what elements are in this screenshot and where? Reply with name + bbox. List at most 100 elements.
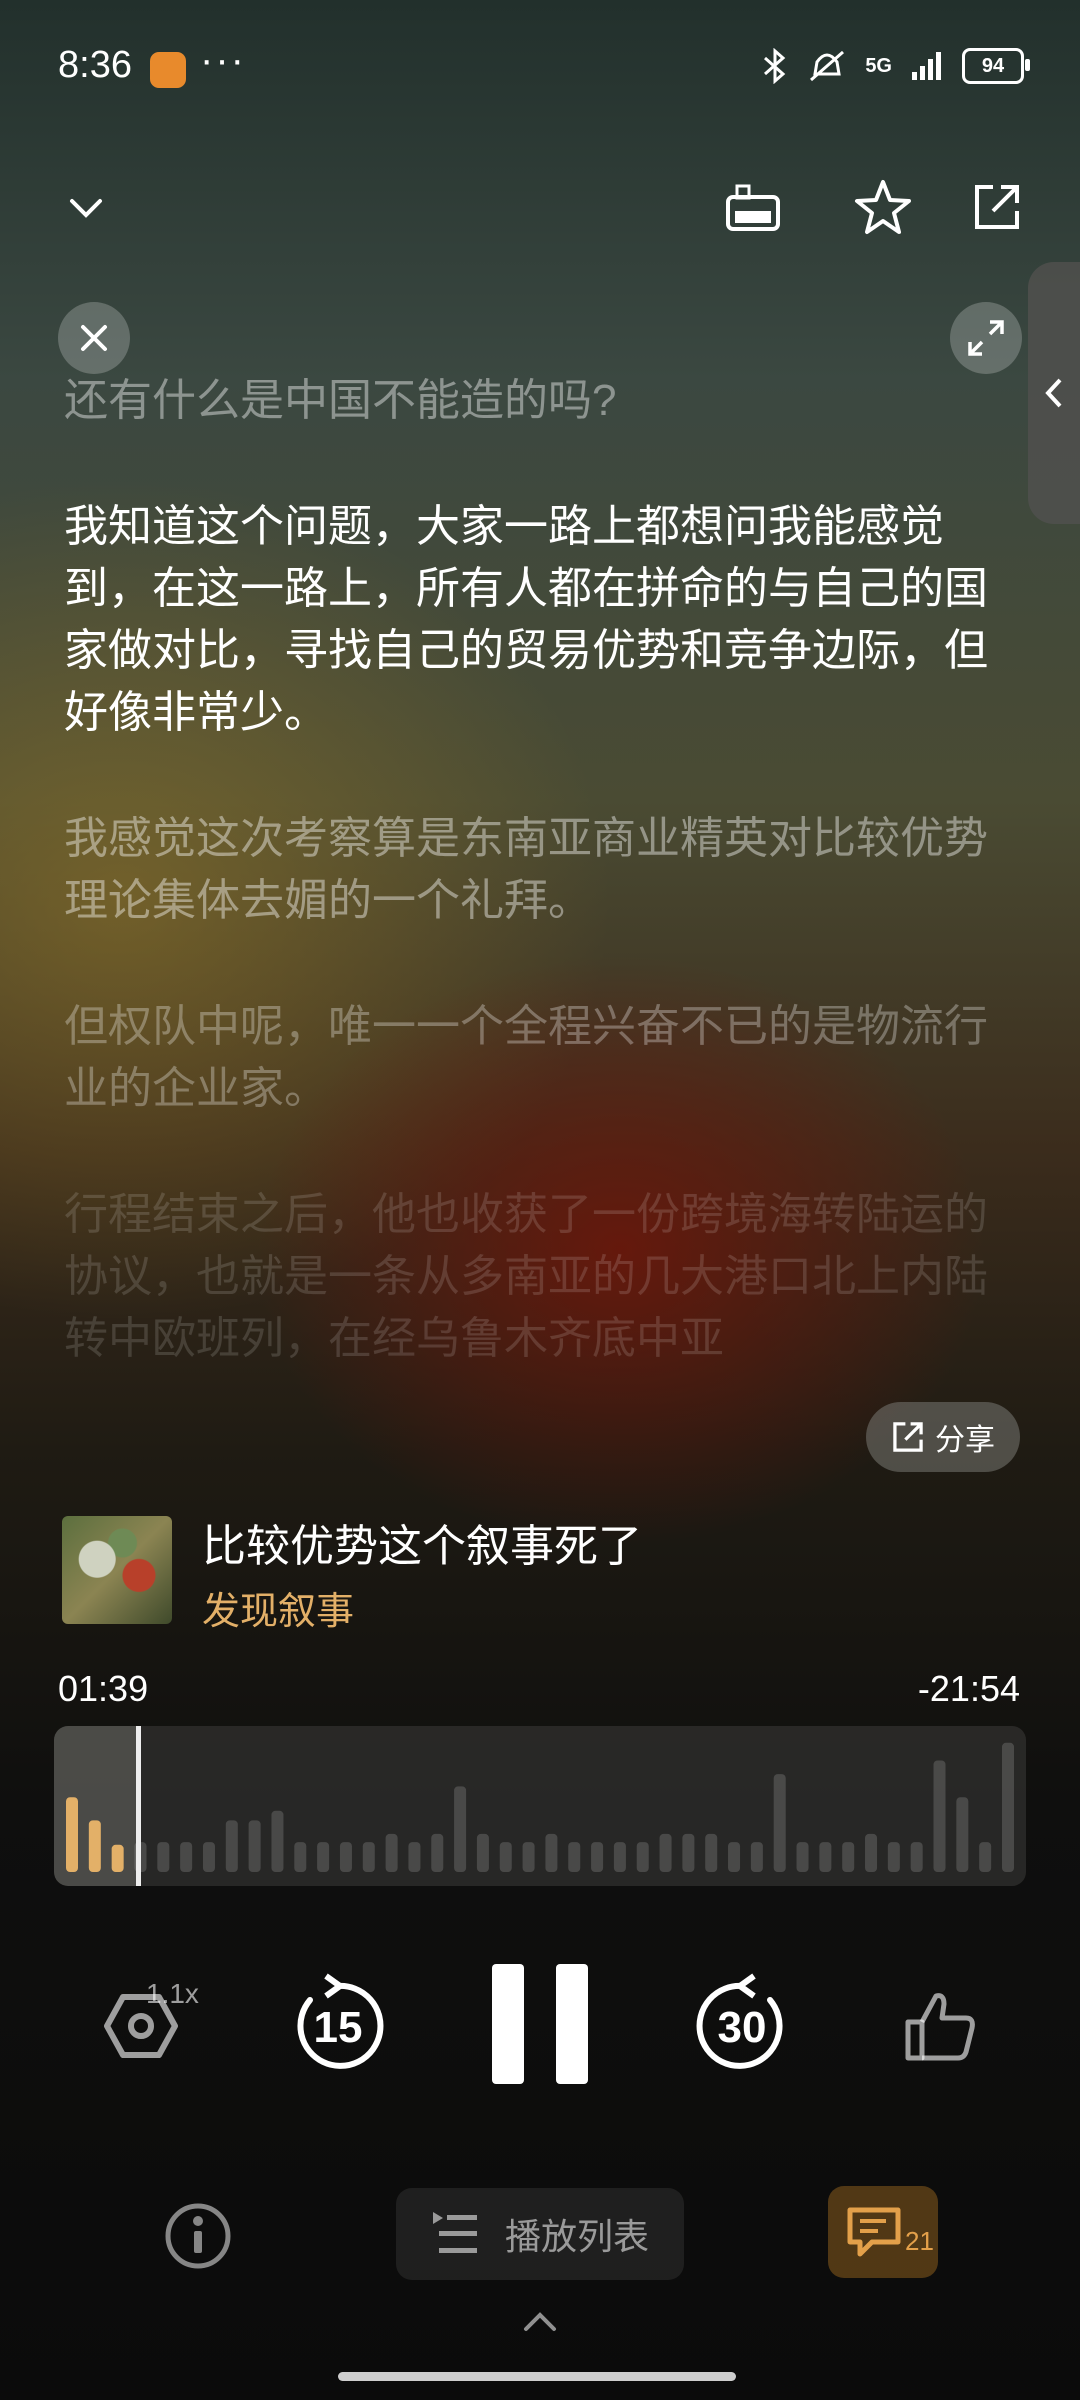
transcript-paragraph: 行程结束之后，他也收获了一份跨境海转陆运的协议，也就是一条从多南亚的几大港口北上…	[64, 1190, 988, 1363]
speed-label: 1.1x	[146, 1978, 199, 2009]
rewind-button[interactable]: 15	[288, 1970, 388, 2074]
waveform-bar	[659, 1833, 672, 1872]
pause-button[interactable]	[488, 1960, 592, 2088]
like-button[interactable]	[898, 1984, 982, 2068]
waveform-bar	[454, 1786, 467, 1872]
home-indicator[interactable]	[338, 2372, 736, 2381]
star-icon	[855, 180, 911, 234]
chevron-left-icon	[1045, 378, 1062, 408]
share-icon	[975, 185, 1019, 229]
side-panel-tab[interactable]	[1028, 262, 1080, 524]
podcast-name[interactable]: 发现叙事	[202, 1580, 354, 1635]
status-time: 8:36	[58, 44, 132, 86]
waveform-bar	[568, 1842, 581, 1872]
waveform-bar	[865, 1833, 878, 1872]
waveform-bar	[499, 1842, 512, 1872]
waveform-bar	[705, 1833, 718, 1872]
subtitle-button[interactable]	[722, 176, 784, 238]
episode-cover[interactable]	[62, 1516, 172, 1624]
waveform-bar	[842, 1842, 855, 1872]
waveform-bar	[910, 1842, 923, 1872]
waveform-bar	[728, 1842, 741, 1872]
waveform-bar	[248, 1820, 261, 1872]
remaining-time: -21:54	[917, 1668, 1020, 1709]
waveform-bar	[317, 1842, 330, 1872]
expand-up-button[interactable]	[516, 2306, 564, 2336]
subtitle-icon	[726, 184, 780, 231]
info-icon	[165, 2203, 231, 2269]
pause-icon	[492, 1964, 588, 2084]
waveform-bar-played	[111, 1844, 124, 1872]
waveform-bar	[796, 1842, 809, 1872]
status-more-dots: ···	[200, 38, 246, 82]
waveform-bar	[476, 1833, 489, 1872]
waveform-bar	[1002, 1742, 1014, 1872]
playlist-label: 播放列表	[504, 2216, 649, 2257]
thumbs-up-icon	[905, 1993, 975, 2061]
chevron-down-icon	[70, 199, 102, 218]
elapsed-time: 01:39	[58, 1668, 149, 1709]
waveform-bar	[157, 1842, 170, 1872]
waveform-bar	[545, 1833, 558, 1872]
expand-icon	[968, 320, 1004, 356]
waveform-bar	[271, 1810, 284, 1872]
app-badge-icon	[150, 52, 186, 88]
waveform-bar	[408, 1842, 421, 1872]
share-label: 分享	[935, 1424, 995, 1457]
waveform-bar	[773, 1774, 786, 1872]
waveform-bar	[933, 1760, 946, 1872]
waveform-bar	[225, 1820, 238, 1872]
comment-icon	[847, 2207, 901, 2257]
forward-button[interactable]: 30	[692, 1970, 792, 2074]
waveform-bar	[979, 1842, 992, 1872]
waveform-bar	[339, 1842, 352, 1872]
transcript-paragraph-current: 我知道这个问题，大家一路上都想问我能感觉到，在这一路上，所有人都在拼命的与自己的…	[64, 502, 988, 737]
waveform-bar	[819, 1842, 832, 1872]
comment-count: 21	[905, 2226, 934, 2256]
favorite-button[interactable]	[850, 174, 916, 240]
bluetooth-icon	[764, 48, 786, 84]
chevron-up-icon	[524, 2312, 556, 2331]
signal-icon	[912, 52, 941, 80]
share-button[interactable]	[966, 176, 1028, 238]
waveform-bar	[613, 1842, 626, 1872]
waveform-bar	[887, 1842, 900, 1872]
waveform-bar-played	[66, 1797, 78, 1872]
waveform-bar	[431, 1833, 444, 1872]
playhead[interactable]	[136, 1726, 142, 1886]
close-transcript-button[interactable]	[58, 302, 130, 374]
progress-waveform[interactable]	[54, 1726, 1026, 1886]
waveform-bar	[591, 1842, 604, 1872]
rewind-seconds: 15	[313, 2003, 363, 2052]
transcript-paragraph: 但权队中呢，唯一一个全程兴奋不已的是物流行业的企业家。	[64, 1002, 988, 1113]
waveform-bar	[385, 1833, 398, 1872]
waveform-bar	[522, 1842, 535, 1872]
playlist-icon	[432, 2212, 477, 2253]
share-quote-button[interactable]: 分享	[866, 1402, 1020, 1472]
episode-title[interactable]: 比较优势这个叙事死了	[202, 1510, 642, 1574]
waveform-bar	[180, 1842, 193, 1872]
battery-level: 94	[981, 54, 1005, 77]
waveform-bar-played	[88, 1820, 101, 1872]
waveform-bar	[202, 1842, 215, 1872]
waveform-bar	[294, 1842, 307, 1872]
waveform-bar	[682, 1833, 695, 1872]
waveform-bar	[956, 1797, 969, 1872]
waveform-bars	[66, 1742, 1014, 1872]
network-label: 5G	[865, 54, 892, 77]
forward-seconds: 30	[717, 2003, 767, 2052]
waveform-bar	[362, 1842, 375, 1872]
share-icon	[893, 1422, 923, 1452]
expand-transcript-button[interactable]	[950, 302, 1022, 374]
close-icon	[81, 325, 107, 351]
transcript[interactable]: 还有什么是中国不能造的吗? 我知道这个问题，大家一路上都想问我能感觉到，在这一路…	[64, 370, 1014, 1434]
transcript-paragraph: 还有什么是中国不能造的吗?	[64, 376, 617, 425]
mute-icon	[810, 50, 845, 82]
collapse-button[interactable]	[58, 180, 114, 236]
playlist-button[interactable]: 播放列表	[396, 2188, 684, 2280]
waveform-bar	[750, 1842, 763, 1872]
info-button[interactable]	[158, 2196, 238, 2276]
battery-icon: 94	[962, 48, 1030, 84]
status-indicators: 5G 94	[761, 48, 1030, 84]
transcript-paragraph: 我感觉这次考察算是东南亚商业精英对比较优势理论集体去媚的一个礼拜。	[64, 814, 988, 925]
